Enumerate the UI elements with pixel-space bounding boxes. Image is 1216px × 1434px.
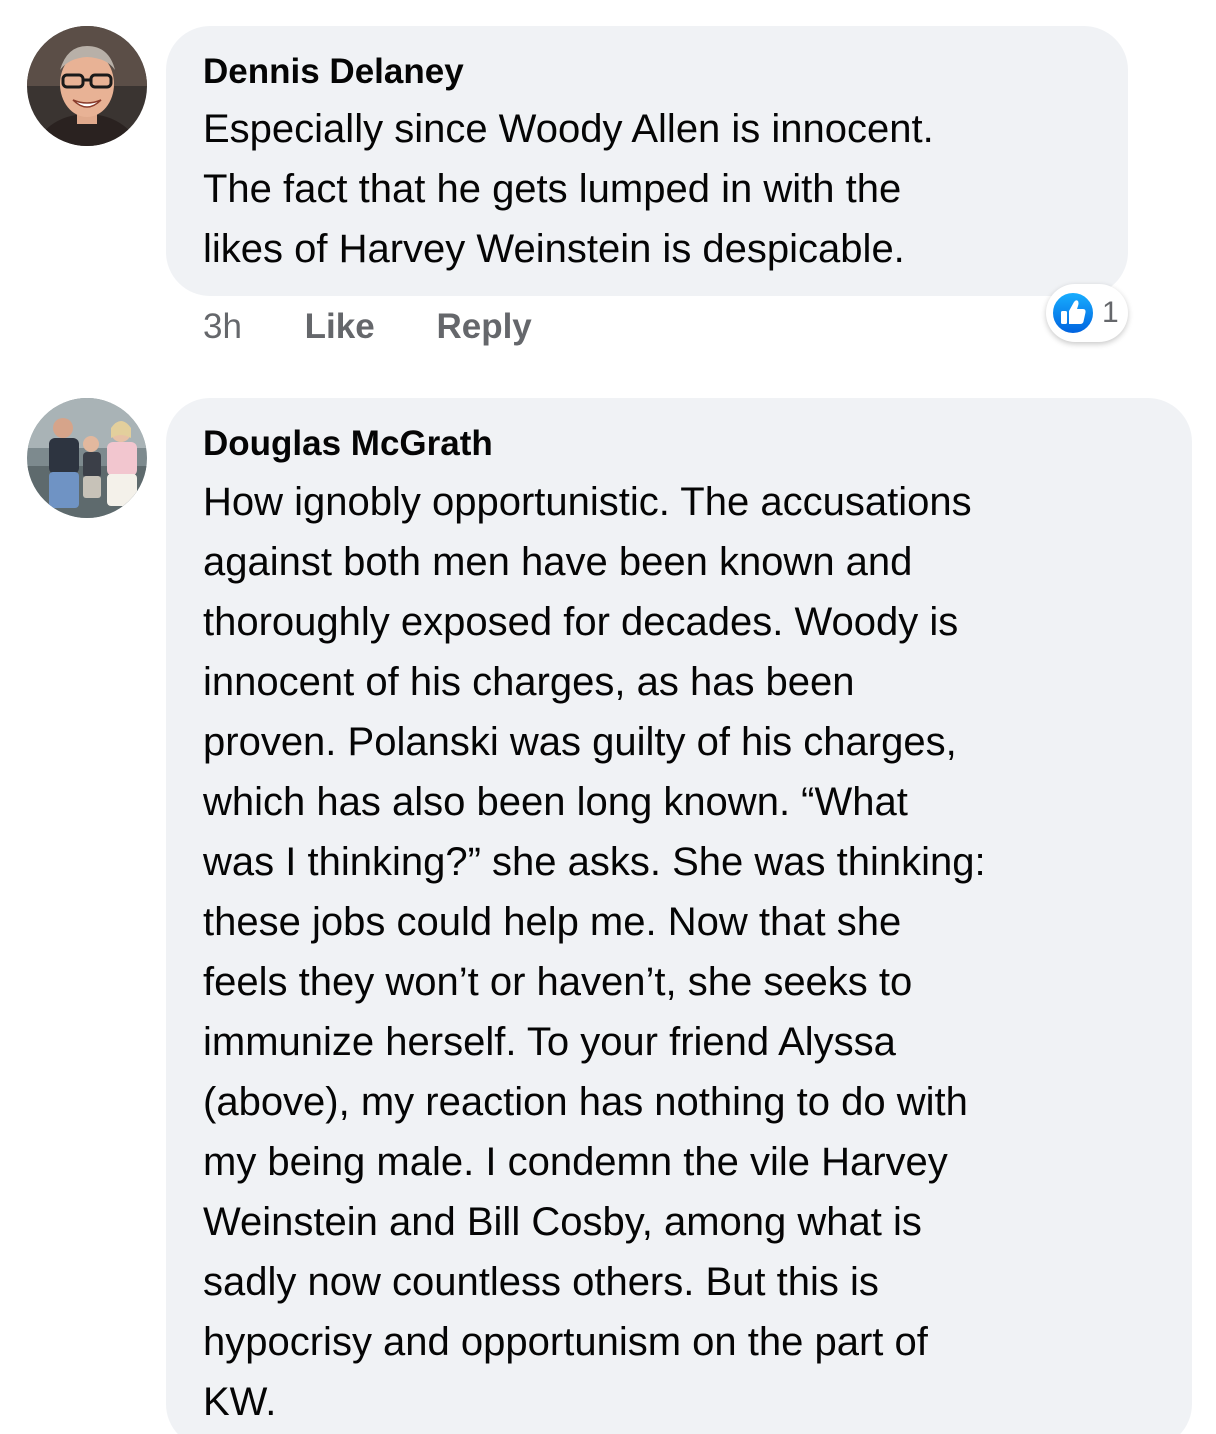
comment-text-line: sadly now countless others. But this is (203, 1260, 879, 1304)
avatar[interactable] (27, 26, 147, 146)
comment-bubble[interactable]: Douglas McGrath How ignobly opportunisti… (166, 398, 1192, 1434)
comment-text-line: was I thinking?” she asks. She was think… (203, 840, 986, 884)
comment-text-line: immunize herself. To your friend Alyssa (203, 1020, 896, 1064)
comment-text-line: hypocrisy and opportunism on the part of (203, 1320, 928, 1364)
comment-text: How ignobly opportunistic. The accusatio… (203, 472, 986, 1432)
comment-text-line: The fact that he gets lumped in with the (203, 167, 902, 211)
reply-button[interactable]: Reply (436, 306, 531, 348)
reaction-summary[interactable]: 1 (1046, 284, 1128, 342)
avatar-photo-icon (27, 26, 147, 146)
comment-text-line: against both men have been known and (203, 540, 913, 584)
comment-text: Especially since Woody Allen is innocent… (203, 99, 934, 279)
comment-actions: 3h Like Reply (203, 306, 532, 348)
comment-text-line: feels they won’t or haven’t, she seeks t… (203, 960, 913, 1004)
comment-text-line: likes of Harvey Weinstein is despicable. (203, 227, 905, 271)
comment-author[interactable]: Douglas McGrath (203, 424, 493, 464)
thumbs-up-icon (1051, 291, 1095, 335)
reaction-count: 1 (1102, 296, 1119, 329)
comment-text-line: proven. Polanski was guilty of his charg… (203, 720, 957, 764)
comment-bubble[interactable]: Dennis Delaney Especially since Woody Al… (166, 26, 1128, 296)
comment-text-line: KW. (203, 1380, 277, 1424)
comment-text-line: these jobs could help me. Now that she (203, 900, 902, 944)
comment-author[interactable]: Dennis Delaney (203, 52, 464, 92)
comment-text-line: (above), my reaction has nothing to do w… (203, 1080, 968, 1124)
avatar[interactable] (27, 398, 147, 518)
comment-text-line: which has also been long known. “What (203, 780, 908, 824)
comment-timestamp[interactable]: 3h (203, 306, 242, 348)
avatar-photo-icon (27, 398, 147, 518)
comment-text-line: innocent of his charges, as has been (203, 660, 855, 704)
comment-text-line: Weinstein and Bill Cosby, among what is (203, 1200, 922, 1244)
comment-text-line: my being male. I condemn the vile Harvey (203, 1140, 948, 1184)
comment-text-line: How ignobly opportunistic. The accusatio… (203, 480, 972, 524)
comment-text-line: thoroughly exposed for decades. Woody is (203, 600, 959, 644)
comment-text-line: Especially since Woody Allen is innocent… (203, 107, 934, 151)
like-button[interactable]: Like (305, 306, 375, 348)
